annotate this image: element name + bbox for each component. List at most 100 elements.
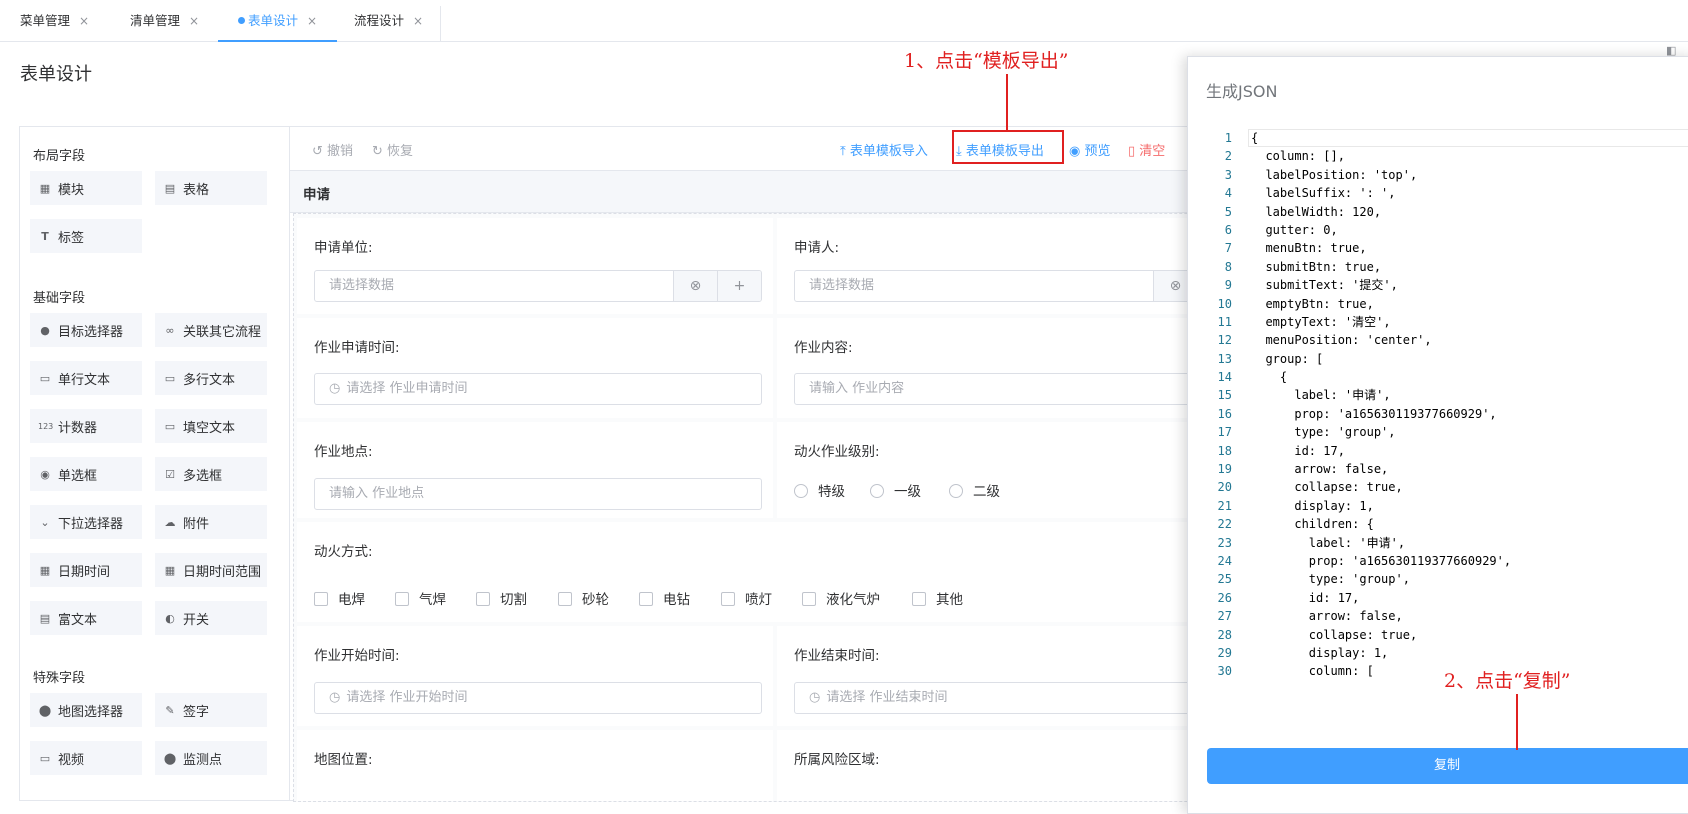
option-label: 一级 bbox=[894, 484, 921, 500]
field-link-flow[interactable]: ∞ 关联其它流程 bbox=[155, 313, 267, 347]
page-title: 表单设计 bbox=[20, 64, 92, 85]
json-code-editor[interactable]: 1{2 column: [], 3 labelPosition: 'top', 4 … bbox=[1188, 129, 1688, 677]
export-template-button[interactable]: ⤓ 表单模板导出 bbox=[956, 140, 1044, 159]
code-text: labelWidth: 120, bbox=[1251, 204, 1382, 219]
field-map-selector[interactable]: ⬤ 地图选择器 bbox=[30, 693, 142, 727]
apply-time-input[interactable]: ◷ 请选择 作业申请时间 bbox=[314, 373, 762, 405]
tab-flow-design[interactable]: 流程设计 × bbox=[334, 0, 443, 42]
field-counter[interactable]: 123 计数器 bbox=[30, 409, 142, 443]
place-input[interactable]: 请输入 作业地点 bbox=[314, 478, 762, 510]
level-option[interactable]: 特级 bbox=[794, 480, 845, 500]
checkbox-square-icon bbox=[558, 592, 572, 606]
field-switch[interactable]: ◐ 开关 bbox=[155, 601, 267, 635]
field-tag[interactable]: T 标签 bbox=[30, 219, 142, 253]
field-fill-text[interactable]: ▭ 填空文本 bbox=[155, 409, 267, 443]
field-label: 作业地点: bbox=[314, 444, 373, 460]
close-icon[interactable]: × bbox=[413, 14, 423, 28]
method-option[interactable]: 喷灯 bbox=[721, 588, 772, 608]
field-datetime-range[interactable]: ▦ 日期时间范围 bbox=[155, 553, 267, 587]
method-option[interactable]: 其他 bbox=[912, 588, 963, 608]
field-rich-text[interactable]: ▤ 富文本 bbox=[30, 601, 142, 635]
code-text: arrow: false, bbox=[1251, 462, 1389, 477]
tab-menu-management[interactable]: 菜单管理 × bbox=[0, 0, 109, 42]
code-text: label: '申请', bbox=[1251, 388, 1391, 403]
clock-icon: ◷ bbox=[329, 381, 341, 396]
copy-button[interactable]: 复制 bbox=[1207, 748, 1688, 784]
tab-label: 表单设计 bbox=[248, 13, 299, 28]
redo-icon: ↻ bbox=[372, 144, 388, 159]
annotation-step2: 2、点击“复制” bbox=[1444, 670, 1571, 692]
field-label: 作业内容: bbox=[794, 340, 853, 356]
field-label: 填空文本 bbox=[183, 420, 236, 436]
unit-select-input[interactable]: 请选择数据 ⊗ + bbox=[314, 270, 762, 302]
field-target-selector[interactable]: ● 目标选择器 bbox=[30, 313, 142, 347]
radio-circle-icon bbox=[870, 484, 884, 498]
field-label: 关联其它流程 bbox=[183, 324, 262, 340]
field-radio[interactable]: ◉ 单选框 bbox=[30, 457, 142, 491]
field-monitor-point[interactable]: ⬤ 监测点 bbox=[155, 741, 267, 775]
method-option[interactable]: 液化气炉 bbox=[802, 588, 880, 608]
method-option[interactable]: 气焊 bbox=[395, 588, 446, 608]
content-placeholder: 请输入 作业内容 bbox=[809, 381, 905, 396]
end-time-placeholder: 请选择 作业结束时间 bbox=[826, 690, 948, 705]
field-apply-time[interactable]: 作业申请时间: ◷ 请选择 作业申请时间 bbox=[297, 318, 773, 418]
tab-list-management[interactable]: 清单管理 × bbox=[110, 0, 219, 42]
code-text: display: 1, bbox=[1251, 645, 1389, 660]
plus-icon[interactable]: + bbox=[717, 271, 761, 301]
field-label: 所属风险区域: bbox=[794, 752, 880, 768]
method-option[interactable]: 电钻 bbox=[639, 588, 690, 608]
field-label: 目标选择器 bbox=[58, 324, 124, 340]
tab-form-design[interactable]: 表单设计 × bbox=[218, 0, 338, 42]
code-text: labelSuffix: ': ', bbox=[1251, 186, 1396, 201]
close-icon[interactable]: × bbox=[307, 14, 317, 28]
option-label: 液化气炉 bbox=[826, 592, 880, 608]
field-checkbox[interactable]: ☑ 多选框 bbox=[155, 457, 267, 491]
field-video[interactable]: ▭ 视频 bbox=[30, 741, 142, 775]
field-table[interactable]: ▤ 表格 bbox=[155, 171, 267, 205]
field-label: 附件 bbox=[183, 516, 210, 532]
redo-button[interactable]: ↻ 恢复 bbox=[372, 140, 413, 159]
level-option[interactable]: 二级 bbox=[949, 480, 1000, 500]
field-unit[interactable]: 申请单位: 请选择数据 ⊗ + bbox=[297, 218, 773, 314]
layout-fields-title: 布局字段 bbox=[33, 149, 86, 164]
field-place[interactable]: 作业地点: 请输入 作业地点 bbox=[297, 422, 773, 518]
clear-circle-icon[interactable]: ⊗ bbox=[673, 271, 717, 301]
code-line: 11 emptyText: '清空', bbox=[1188, 313, 1688, 331]
line-number: 4 bbox=[1224, 186, 1232, 201]
preview-button[interactable]: ◉ 预览 bbox=[1069, 140, 1111, 159]
field-dropdown[interactable]: ⌄ 下拉选择器 bbox=[30, 505, 142, 539]
line-number: 26 bbox=[1217, 590, 1232, 605]
close-icon[interactable]: × bbox=[79, 14, 89, 28]
start-time-input[interactable]: ◷ 请选择 作业开始时间 bbox=[314, 682, 762, 714]
calendar-range-icon: ▦ bbox=[164, 563, 176, 577]
video-icon: ▭ bbox=[39, 751, 51, 765]
field-multi-text[interactable]: ▭ 多行文本 bbox=[155, 361, 267, 395]
code-line: 14 { bbox=[1188, 368, 1688, 386]
code-text: column: [ bbox=[1251, 664, 1374, 677]
field-signature[interactable]: ✎ 签字 bbox=[155, 693, 267, 727]
field-datetime[interactable]: ▦ 日期时间 bbox=[30, 553, 142, 587]
tab-divider bbox=[440, 6, 441, 42]
start-time-placeholder: 请选择 作业开始时间 bbox=[346, 690, 468, 705]
option-label: 砂轮 bbox=[582, 592, 609, 608]
method-option[interactable]: 切割 bbox=[476, 588, 527, 608]
line-number: 21 bbox=[1217, 498, 1232, 513]
line-number: 30 bbox=[1217, 664, 1232, 677]
level-option[interactable]: 一级 bbox=[870, 480, 921, 500]
method-option[interactable]: 电焊 bbox=[314, 588, 365, 608]
export-label: 表单模板导出 bbox=[965, 144, 1044, 159]
code-line: 23 label: '申请', bbox=[1188, 534, 1688, 552]
code-line: 9 submitText: '提交', bbox=[1188, 276, 1688, 294]
method-option[interactable]: 砂轮 bbox=[558, 588, 609, 608]
clear-button[interactable]: ▯ 清空 bbox=[1128, 140, 1165, 159]
close-icon[interactable]: × bbox=[189, 14, 199, 28]
field-map-location[interactable]: 地图位置: bbox=[297, 730, 773, 801]
basic-fields-title: 基础字段 bbox=[33, 291, 86, 306]
code-text: type: 'group', bbox=[1251, 425, 1396, 440]
field-attachment[interactable]: ☁ 附件 bbox=[155, 505, 267, 539]
field-start-time[interactable]: 作业开始时间: ◷ 请选择 作业开始时间 bbox=[297, 626, 773, 726]
field-module[interactable]: ▦ 模块 bbox=[30, 171, 142, 205]
undo-button[interactable]: ↺ 撤销 bbox=[312, 140, 353, 159]
import-template-button[interactable]: ⤒ 表单模板导入 bbox=[840, 140, 928, 159]
field-single-text[interactable]: ▭ 单行文本 bbox=[30, 361, 142, 395]
